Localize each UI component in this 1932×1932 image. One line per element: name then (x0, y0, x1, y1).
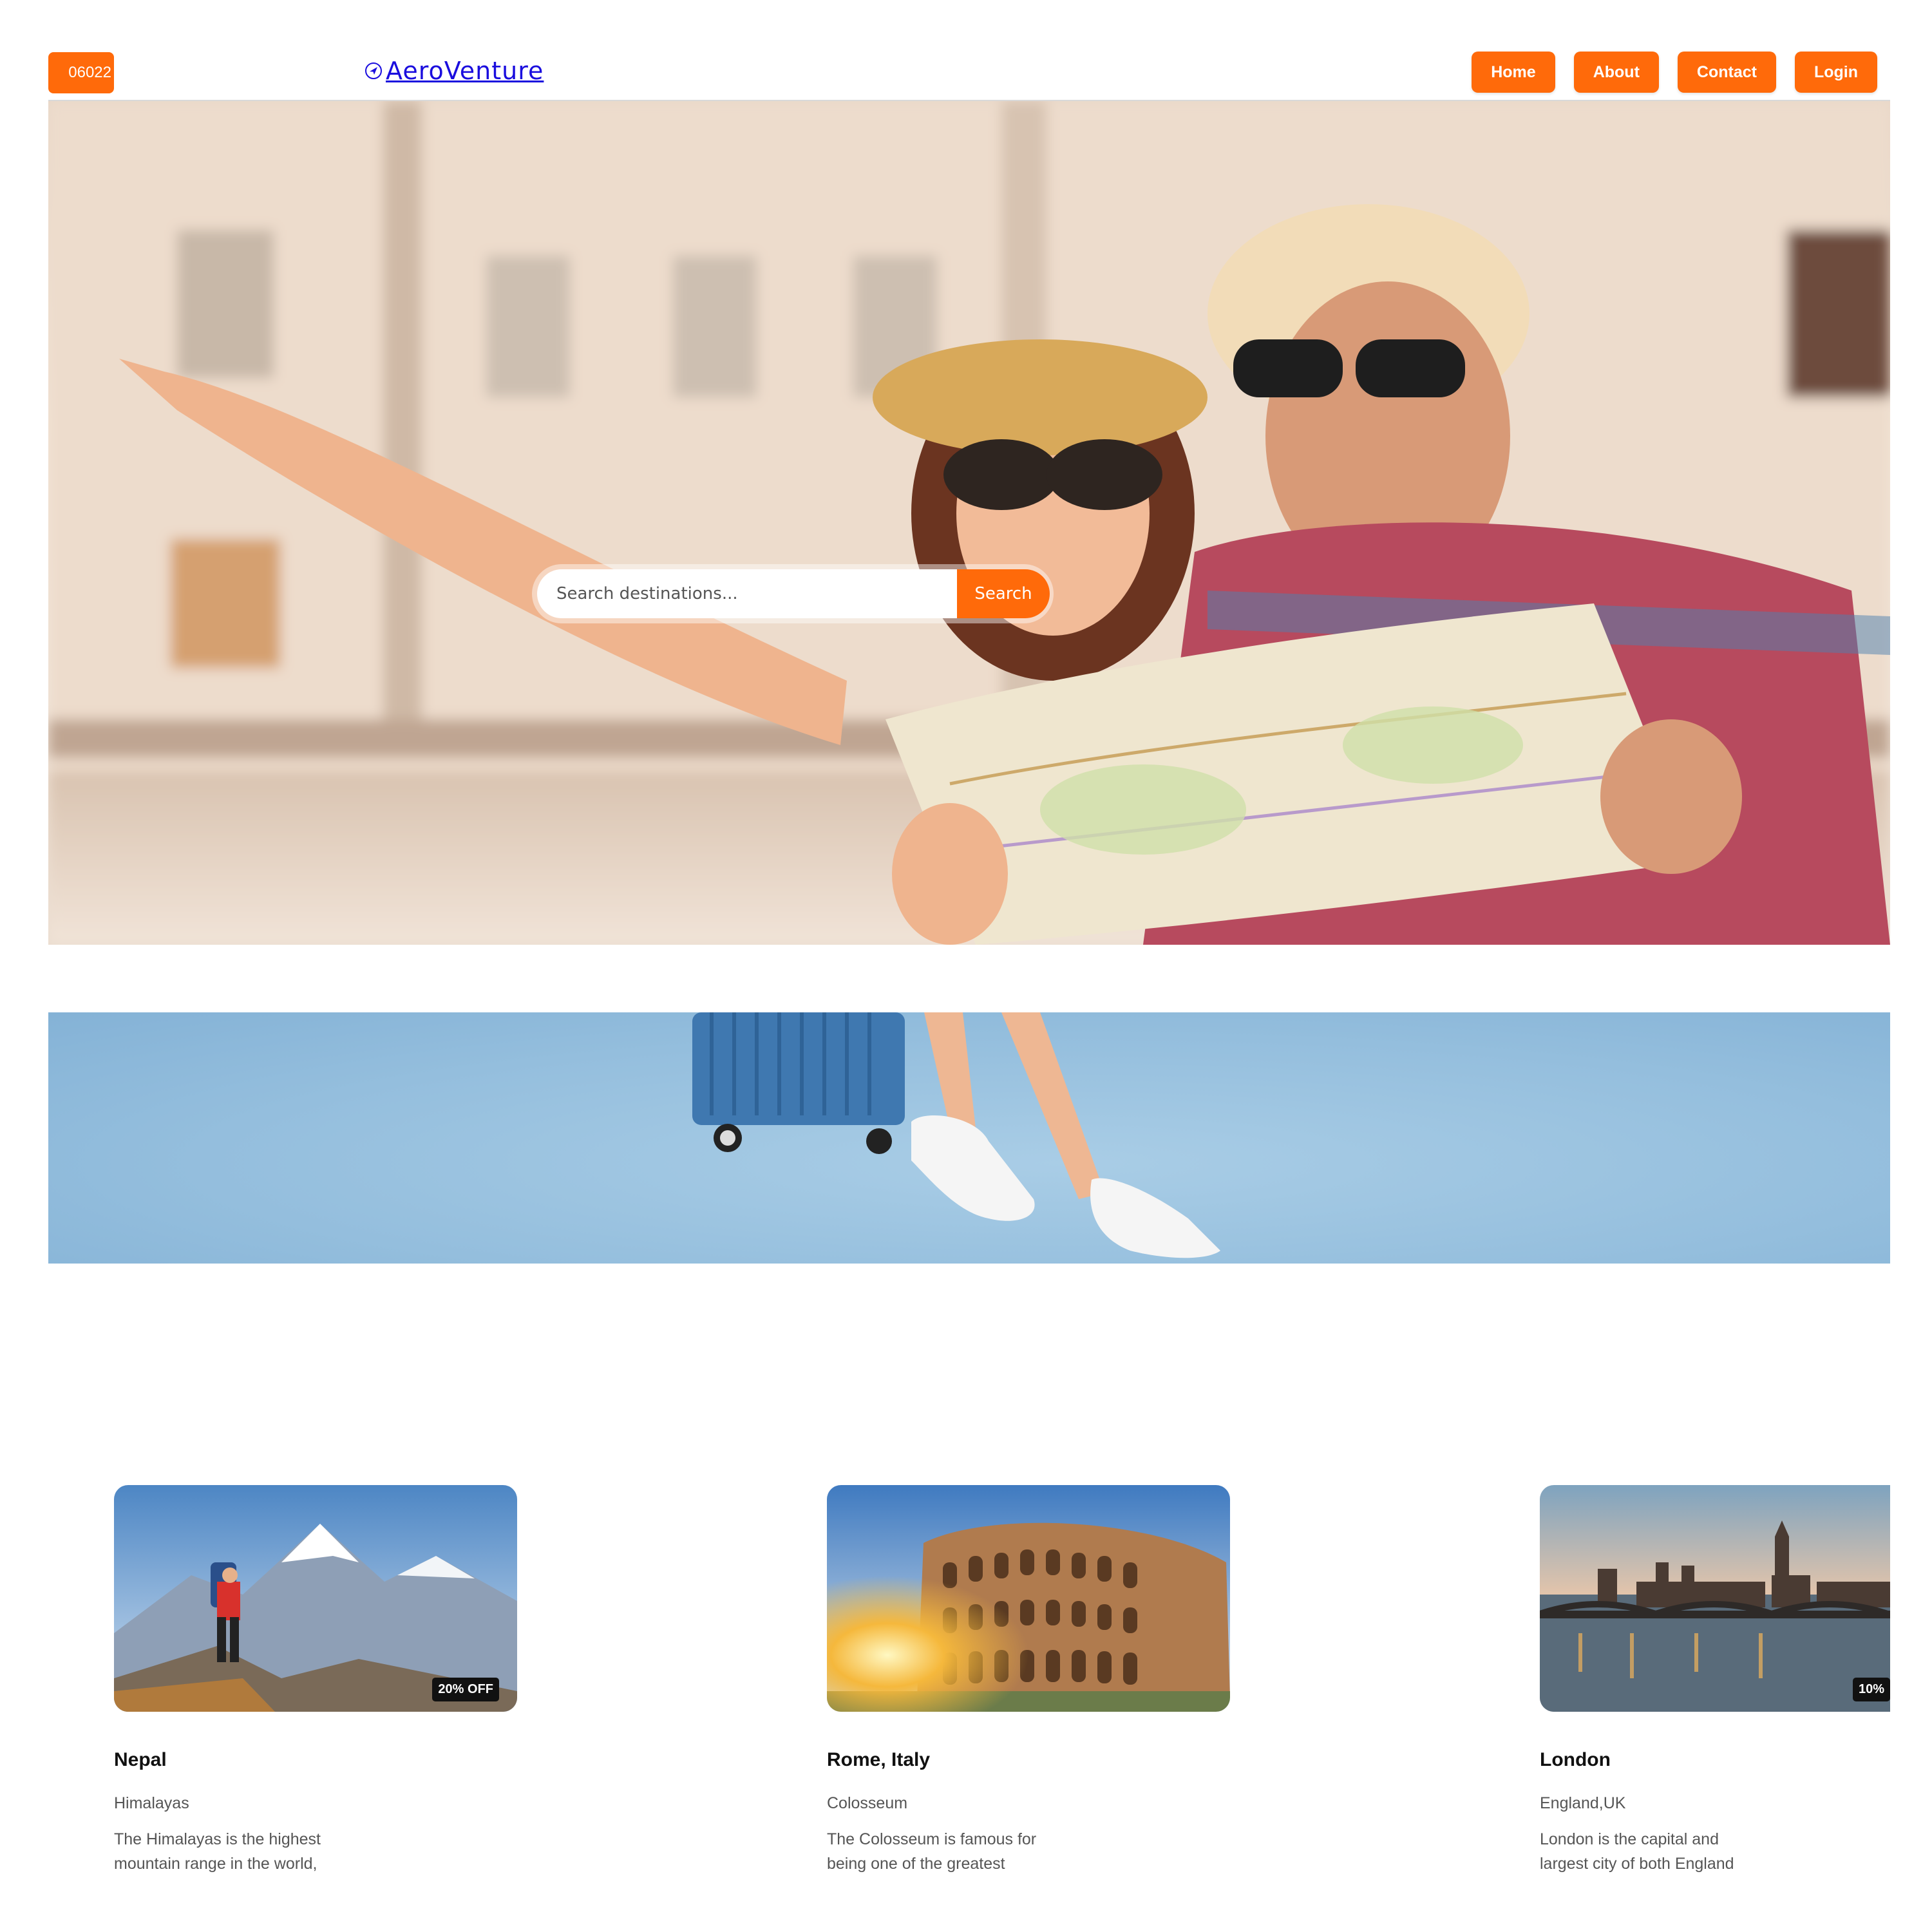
hero-photo (48, 101, 1890, 945)
destination-description: London is the capital and largest city o… (1540, 1830, 1734, 1873)
phone-button[interactable]: 06022 (48, 52, 114, 93)
london-skyline-photo (1540, 1485, 1890, 1712)
search-button[interactable]: Search (957, 569, 1050, 618)
hero-image-travel-couple (48, 101, 1890, 945)
destination-subtitle: England,UK (1540, 1794, 1626, 1812)
destination-card-rome[interactable]: Rome, Italy Colosseum The Colosseum is f… (827, 1485, 1239, 1879)
nav-contact-button[interactable]: Contact (1677, 52, 1776, 93)
banner-photo (692, 1012, 1220, 1258)
destination-title: Rome, Italy (827, 1749, 931, 1770)
colosseum-photo (827, 1485, 1230, 1712)
destination-description: The Himalayas is the highest mountain ra… (114, 1830, 321, 1873)
discount-badge: 20% OFF (432, 1678, 499, 1701)
destination-card-london[interactable]: 10% London England,UK London is the capi… (1540, 1485, 1890, 1879)
destination-image (827, 1485, 1230, 1712)
suitcase-banner-image (48, 1012, 1890, 1264)
destination-image: 20% OFF (114, 1485, 517, 1712)
destination-subtitle: Himalayas (114, 1794, 189, 1812)
destination-subtitle: Colosseum (827, 1794, 908, 1812)
discount-badge: 10% (1852, 1678, 1890, 1701)
phone-number: 06022 (68, 64, 111, 81)
brand-logo-link[interactable]: AeroVenture (364, 57, 544, 85)
destination-description: The Colosseum is famous for being one of… (827, 1830, 1037, 1873)
navigation-arrow-icon (365, 62, 382, 79)
nav-home-button[interactable]: Home (1472, 52, 1555, 93)
destination-search-input[interactable] (537, 569, 957, 618)
nav-login-button[interactable]: Login (1794, 52, 1877, 93)
destination-card-nepal[interactable]: 20% OFF Nepal Himalayas The Himalayas is… (114, 1485, 526, 1879)
main-nav: Home About Contact Login (1472, 52, 1877, 93)
destination-title: Nepal (114, 1749, 167, 1770)
brand-name: AeroVenture (386, 57, 544, 85)
nav-about-button[interactable]: About (1573, 52, 1659, 93)
destination-image: 10% (1540, 1485, 1890, 1712)
destination-title: London (1540, 1749, 1611, 1770)
